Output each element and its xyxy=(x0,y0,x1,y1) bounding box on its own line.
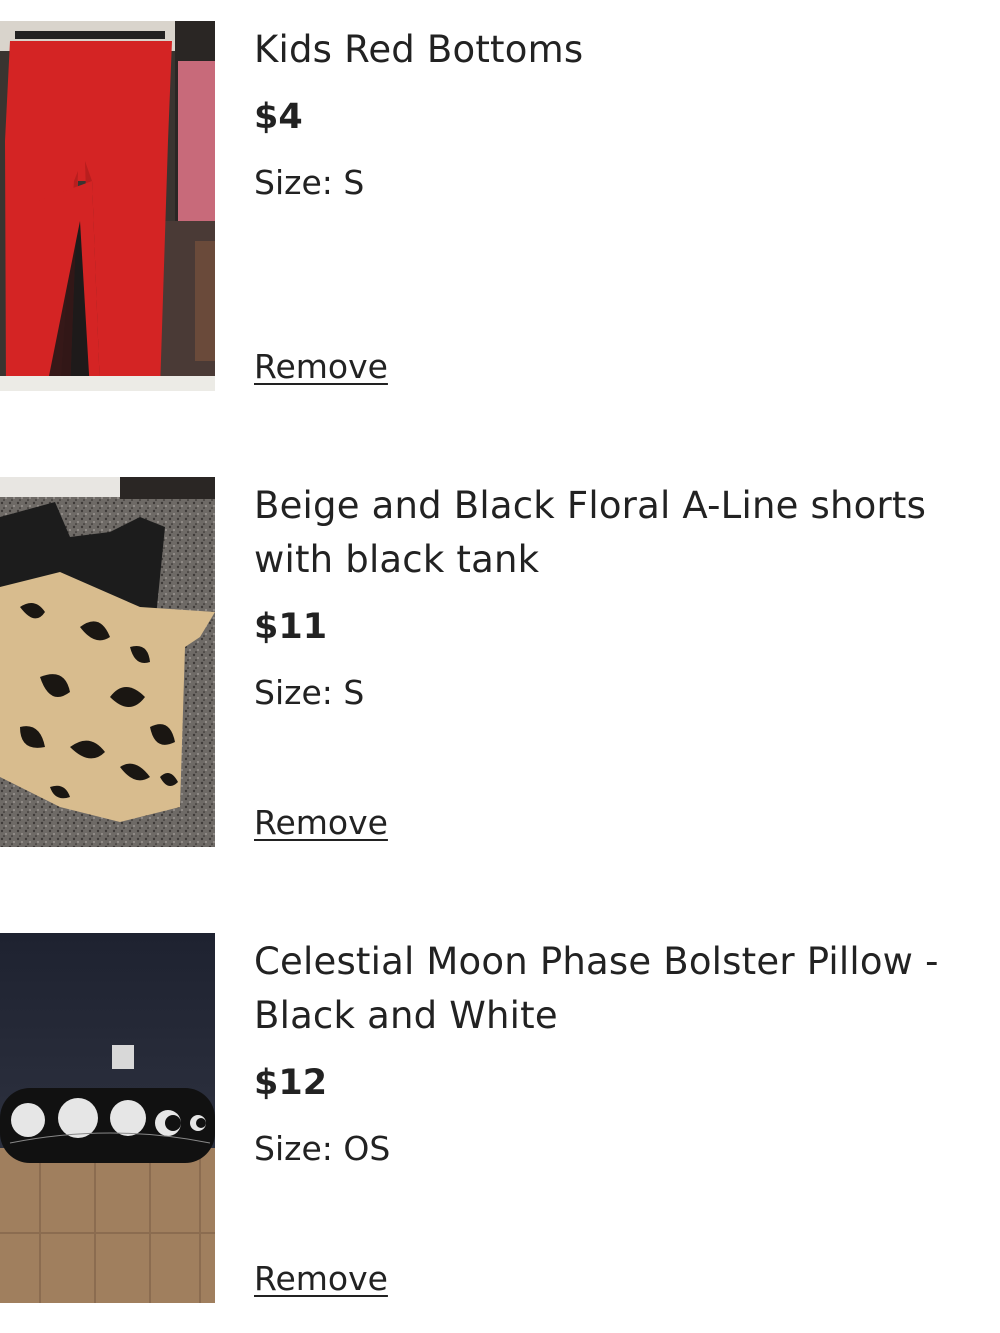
product-title[interactable]: Kids Red Bottoms xyxy=(254,23,1000,77)
cart-item: Beige and Black Floral A-Line shorts wit… xyxy=(0,477,1000,847)
product-image-floral-shorts[interactable] xyxy=(0,477,215,847)
cart-item: Celestial Moon Phase Bolster Pillow - Bl… xyxy=(0,933,1000,1303)
product-price: $12 xyxy=(254,1063,328,1103)
cart-item: Kids Red Bottoms $4 Size: S Remove xyxy=(0,21,1000,391)
product-title[interactable]: Beige and Black Floral A-Line shorts wit… xyxy=(254,479,1000,587)
product-title[interactable]: Celestial Moon Phase Bolster Pillow - Bl… xyxy=(254,935,1000,1043)
product-image-red-bottoms[interactable] xyxy=(0,21,215,391)
floral-shorts-illustration xyxy=(0,477,215,847)
remove-button[interactable]: Remove xyxy=(254,803,388,843)
product-size: Size: S xyxy=(254,673,365,712)
moon-pillow-illustration xyxy=(0,933,215,1303)
product-title-text: Beige and Black Floral A-Line shorts wit… xyxy=(254,484,927,581)
red-leggings-illustration xyxy=(0,21,215,391)
product-size: Size: S xyxy=(254,163,365,202)
remove-button[interactable]: Remove xyxy=(254,1259,388,1299)
product-price: $11 xyxy=(254,607,328,647)
product-image-moon-pillow[interactable] xyxy=(0,933,215,1303)
product-size: Size: OS xyxy=(254,1129,391,1168)
remove-button[interactable]: Remove xyxy=(254,347,388,387)
product-price: $4 xyxy=(254,97,303,137)
